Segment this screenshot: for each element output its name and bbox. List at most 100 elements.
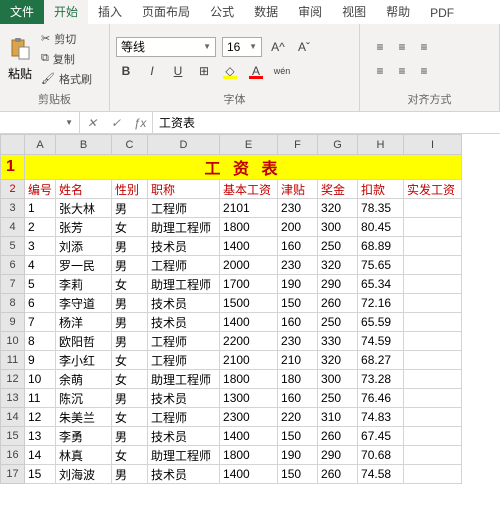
data-cell[interactable]: 女 <box>112 370 148 389</box>
row-header[interactable]: 13 <box>1 389 25 408</box>
data-cell[interactable]: 女 <box>112 275 148 294</box>
column-header-cell[interactable]: 职称 <box>148 180 220 199</box>
row-header[interactable]: 4 <box>1 218 25 237</box>
underline-button[interactable]: U <box>168 61 188 81</box>
data-cell[interactable]: 余萌 <box>56 370 112 389</box>
data-cell[interactable]: 260 <box>318 465 358 484</box>
column-header-cell[interactable]: 津贴 <box>278 180 318 199</box>
data-cell[interactable]: 工程师 <box>148 256 220 275</box>
data-cell[interactable]: 320 <box>318 256 358 275</box>
row-header[interactable]: 5 <box>1 237 25 256</box>
col-header[interactable]: E <box>220 135 278 155</box>
align-right-button[interactable]: ≡ <box>414 61 434 81</box>
data-cell[interactable]: 74.58 <box>358 465 404 484</box>
tab-formula[interactable]: 公式 <box>200 0 244 24</box>
row-header[interactable]: 3 <box>1 199 25 218</box>
data-cell[interactable]: 75.65 <box>358 256 404 275</box>
data-cell[interactable]: 技术员 <box>148 389 220 408</box>
data-cell[interactable]: 320 <box>318 199 358 218</box>
phonetic-button[interactable]: wén <box>272 61 292 81</box>
data-cell[interactable]: 2300 <box>220 408 278 427</box>
data-cell[interactable]: 张大林 <box>56 199 112 218</box>
data-cell[interactable] <box>404 313 462 332</box>
data-cell[interactable]: 助理工程师 <box>148 446 220 465</box>
format-painter-button[interactable]: 🖌格式刷 <box>38 70 95 88</box>
data-cell[interactable]: 1500 <box>220 294 278 313</box>
row-header[interactable]: 1 <box>1 155 25 180</box>
data-cell[interactable]: 190 <box>278 446 318 465</box>
data-cell[interactable]: 9 <box>25 351 56 370</box>
tab-layout[interactable]: 页面布局 <box>132 0 200 24</box>
data-cell[interactable]: 2101 <box>220 199 278 218</box>
fill-color-button[interactable]: ◇ <box>220 61 240 81</box>
column-header-cell[interactable]: 性别 <box>112 180 148 199</box>
data-cell[interactable]: 男 <box>112 256 148 275</box>
data-cell[interactable] <box>404 294 462 313</box>
row-header[interactable]: 11 <box>1 351 25 370</box>
data-cell[interactable]: 2 <box>25 218 56 237</box>
data-cell[interactable]: 1 <box>25 199 56 218</box>
data-cell[interactable]: 男 <box>112 237 148 256</box>
data-cell[interactable]: 罗一民 <box>56 256 112 275</box>
data-cell[interactable] <box>404 256 462 275</box>
row-header[interactable]: 12 <box>1 370 25 389</box>
data-cell[interactable]: 技术员 <box>148 294 220 313</box>
data-cell[interactable]: 杨洋 <box>56 313 112 332</box>
column-header-cell[interactable]: 扣款 <box>358 180 404 199</box>
data-cell[interactable]: 210 <box>278 351 318 370</box>
data-cell[interactable]: 1400 <box>220 465 278 484</box>
tab-file[interactable]: 文件 <box>0 0 44 24</box>
data-cell[interactable]: 150 <box>278 427 318 446</box>
data-cell[interactable]: 7 <box>25 313 56 332</box>
data-cell[interactable] <box>404 446 462 465</box>
align-left-button[interactable]: ≡ <box>370 61 390 81</box>
col-header[interactable]: F <box>278 135 318 155</box>
col-header[interactable]: A <box>25 135 56 155</box>
data-cell[interactable]: 72.16 <box>358 294 404 313</box>
column-header-cell[interactable]: 编号 <box>25 180 56 199</box>
col-header[interactable]: C <box>112 135 148 155</box>
data-cell[interactable]: 助理工程师 <box>148 370 220 389</box>
data-cell[interactable]: 5 <box>25 275 56 294</box>
data-cell[interactable]: 技术员 <box>148 237 220 256</box>
data-cell[interactable]: 男 <box>112 427 148 446</box>
data-cell[interactable]: 1700 <box>220 275 278 294</box>
tab-insert[interactable]: 插入 <box>88 0 132 24</box>
data-cell[interactable]: 技术员 <box>148 427 220 446</box>
data-cell[interactable] <box>404 275 462 294</box>
data-cell[interactable] <box>404 427 462 446</box>
data-cell[interactable]: 2200 <box>220 332 278 351</box>
bold-button[interactable]: B <box>116 61 136 81</box>
data-cell[interactable]: 230 <box>278 332 318 351</box>
data-cell[interactable]: 李守道 <box>56 294 112 313</box>
confirm-formula-button[interactable]: ✓ <box>104 112 128 133</box>
data-cell[interactable]: 男 <box>112 199 148 218</box>
row-header[interactable]: 9 <box>1 313 25 332</box>
data-cell[interactable]: 陈沉 <box>56 389 112 408</box>
data-cell[interactable]: 15 <box>25 465 56 484</box>
data-cell[interactable]: 260 <box>318 427 358 446</box>
tab-review[interactable]: 审阅 <box>288 0 332 24</box>
data-cell[interactable]: 李小红 <box>56 351 112 370</box>
align-center-button[interactable]: ≡ <box>392 61 412 81</box>
data-cell[interactable]: 2100 <box>220 351 278 370</box>
data-cell[interactable]: 男 <box>112 313 148 332</box>
data-cell[interactable]: 78.35 <box>358 199 404 218</box>
data-cell[interactable]: 男 <box>112 465 148 484</box>
data-cell[interactable]: 330 <box>318 332 358 351</box>
data-cell[interactable]: 1400 <box>220 427 278 446</box>
data-cell[interactable]: 1800 <box>220 446 278 465</box>
align-bottom-button[interactable]: ≡ <box>414 37 434 57</box>
tab-home[interactable]: 开始 <box>44 0 88 24</box>
data-cell[interactable] <box>404 465 462 484</box>
data-cell[interactable]: 65.34 <box>358 275 404 294</box>
data-cell[interactable]: 工程师 <box>148 408 220 427</box>
row-header[interactable]: 15 <box>1 427 25 446</box>
data-cell[interactable]: 1800 <box>220 218 278 237</box>
italic-button[interactable]: I <box>142 61 162 81</box>
data-cell[interactable]: 刘添 <box>56 237 112 256</box>
data-cell[interactable]: 76.46 <box>358 389 404 408</box>
data-cell[interactable]: 1400 <box>220 237 278 256</box>
data-cell[interactable]: 310 <box>318 408 358 427</box>
data-cell[interactable] <box>404 389 462 408</box>
